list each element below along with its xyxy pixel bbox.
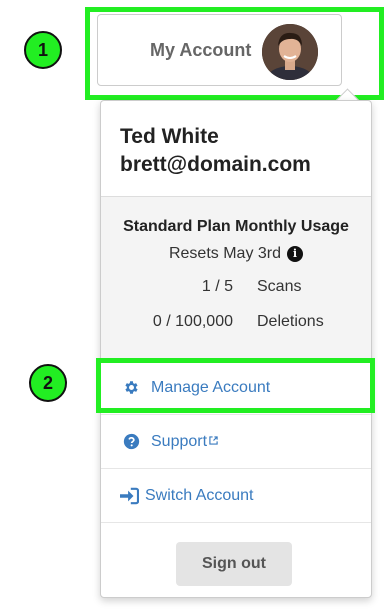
sign-in-icon — [119, 486, 139, 506]
usage-reset: Resets May 3rd i — [101, 245, 371, 263]
user-info: Ted White brett@domain.com — [101, 101, 371, 197]
support-link[interactable]: Support — [101, 415, 371, 469]
my-account-label: My Account — [150, 39, 252, 60]
external-link-icon — [209, 435, 218, 448]
user-name: Ted White — [120, 125, 219, 148]
usage-title: Standard Plan Monthly Usage — [123, 218, 349, 235]
manage-account-link[interactable]: Manage Account — [101, 361, 371, 415]
usage-value: 0 / 100,000 — [152, 313, 233, 330]
signout-area: Sign out — [101, 523, 371, 599]
avatar — [262, 24, 318, 80]
switch-account-label: Switch Account — [145, 486, 254, 504]
usage-panel: Standard Plan Monthly Usage Resets May 3… — [101, 197, 371, 361]
support-label: Support — [151, 432, 208, 450]
step-marker-1: 1 — [24, 31, 62, 69]
info-icon[interactable]: i — [287, 246, 304, 262]
usage-label: Deletions — [257, 313, 324, 330]
switch-account-link[interactable]: Switch Account — [101, 469, 371, 523]
gear-icon — [121, 378, 141, 398]
user-email: brett@domain.com — [120, 153, 311, 176]
manage-account-label: Manage Account — [151, 378, 271, 396]
usage-reset-text: Resets May 3rd — [168, 245, 282, 262]
question-circle-icon — [121, 432, 141, 452]
step-marker-2: 2 — [29, 364, 67, 402]
my-account-button[interactable]: My Account — [97, 14, 342, 86]
account-dropdown: Ted White brett@domain.com Standard Plan… — [100, 100, 372, 598]
usage-value: 1 / 5 — [201, 278, 233, 295]
usage-label: Scans — [257, 278, 302, 295]
sign-out-button[interactable]: Sign out — [176, 542, 292, 586]
